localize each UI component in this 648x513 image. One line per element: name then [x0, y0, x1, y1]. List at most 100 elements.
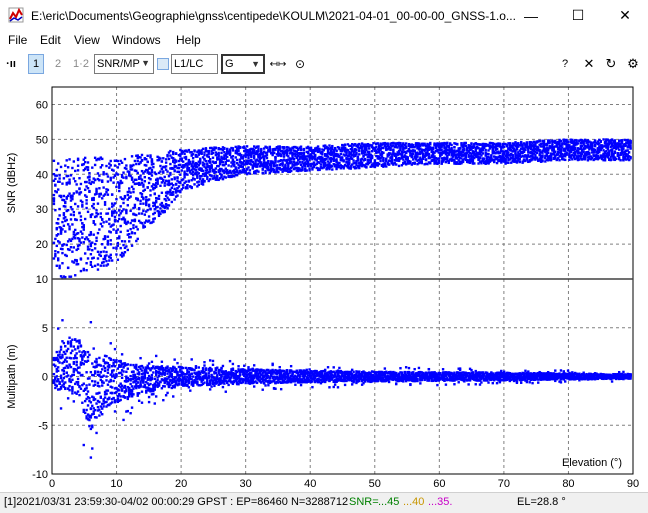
data-point: [116, 397, 120, 400]
data-point: [62, 177, 66, 180]
data-point: [153, 204, 156, 207]
fit-range-icon[interactable]: ↤↦: [268, 54, 288, 74]
data-point: [429, 161, 432, 165]
data-point: [72, 210, 76, 214]
data-point: [224, 176, 227, 179]
data-point: [125, 167, 128, 170]
data-point: [135, 178, 138, 181]
data-point: [156, 205, 159, 209]
data-point: [190, 186, 193, 190]
menu-windows[interactable]: Windows: [112, 33, 161, 47]
data-point: [135, 365, 138, 368]
data-point: [56, 233, 60, 236]
data-point: [552, 148, 556, 151]
maximize-button[interactable]: ☐: [555, 0, 601, 31]
freq-toggle-icon[interactable]: [157, 58, 169, 70]
data-point: [61, 247, 64, 251]
data-point: [153, 388, 156, 391]
data-point: [55, 174, 58, 177]
data-point: [93, 247, 97, 250]
data-point: [55, 350, 58, 354]
data-point: [74, 228, 77, 232]
data-point: [237, 149, 240, 152]
minimize-button[interactable]: —: [508, 0, 554, 31]
data-point: [126, 367, 129, 370]
data-point: [247, 166, 250, 169]
plot-area[interactable]: 10 20 30 40 50 60 SNR (dBHz) -10 -5 0 5 Multipath (…: [0, 78, 648, 491]
data-point: [226, 155, 229, 159]
refresh-icon[interactable]: ↻: [603, 54, 619, 74]
data-point: [59, 194, 63, 198]
data-point: [93, 380, 97, 383]
data-point: [231, 158, 235, 161]
data-point: [72, 373, 76, 376]
data-point: [86, 166, 90, 169]
menu-file[interactable]: File: [8, 33, 27, 47]
data-point: [238, 146, 242, 150]
data-point: [130, 231, 134, 235]
help-icon[interactable]: ?: [558, 54, 572, 74]
close-window-button[interactable]: ✕: [602, 0, 648, 31]
plot-12-button[interactable]: 1·2: [71, 54, 91, 74]
data-point: [272, 151, 276, 155]
data-point: [98, 408, 101, 411]
data-point: [68, 384, 71, 388]
data-point: [464, 144, 468, 148]
snr-multipath-plot[interactable]: 102030405060SNR (dBHz)-10-505Multipath (…: [0, 78, 648, 491]
data-point: [62, 212, 66, 215]
data-point: [72, 362, 76, 365]
data-point: [99, 250, 103, 254]
data-point: [113, 164, 117, 167]
menu-edit[interactable]: Edit: [40, 33, 61, 47]
data-point: [299, 148, 303, 152]
data-point: [62, 194, 66, 198]
data-point: [62, 369, 66, 373]
data-point: [106, 235, 110, 238]
data-point: [129, 374, 132, 378]
data-point: [538, 148, 541, 152]
data-point: [102, 264, 105, 267]
data-point: [88, 396, 91, 400]
data-point: [184, 157, 188, 161]
menu-view[interactable]: View: [74, 33, 100, 47]
data-point: [203, 162, 206, 166]
menu-help[interactable]: Help: [176, 33, 201, 47]
data-point: [81, 401, 84, 404]
data-point: [112, 373, 115, 377]
data-point: [72, 160, 76, 163]
data-point: [54, 177, 57, 181]
plot-type-select[interactable]: SNR/MP ▼: [94, 54, 154, 74]
plot-2-button[interactable]: 2: [50, 54, 66, 74]
data-point: [83, 399, 87, 403]
data-point: [101, 218, 104, 221]
data-point: [162, 398, 165, 402]
data-point: [403, 160, 406, 163]
data-point: [126, 204, 129, 207]
data-point: [82, 224, 85, 227]
data-point: [66, 166, 70, 169]
data-point: [221, 161, 225, 164]
data-point: [163, 210, 166, 213]
center-icon[interactable]: ⊙: [292, 54, 308, 74]
data-point: [200, 151, 203, 154]
data-point: [78, 371, 81, 375]
data-point: [71, 250, 74, 253]
data-point: [85, 202, 88, 205]
data-point: [546, 151, 550, 155]
data-point: [427, 152, 431, 156]
data-point: [129, 195, 132, 198]
data-point: [106, 212, 110, 215]
data-point: [91, 248, 94, 252]
data-point: [109, 243, 112, 246]
data-point: [152, 365, 155, 368]
settings-icon[interactable]: ⚙: [625, 54, 641, 74]
data-point: [96, 202, 100, 205]
plot-1-button[interactable]: 1: [28, 54, 44, 74]
frequency-select[interactable]: L1/LC: [171, 54, 218, 74]
data-point: [629, 144, 632, 148]
data-point: [89, 244, 93, 248]
data-point: [88, 248, 91, 251]
system-select[interactable]: G ▼: [221, 54, 265, 74]
close-plot-icon[interactable]: ✕: [581, 54, 597, 74]
data-point: [69, 174, 73, 177]
